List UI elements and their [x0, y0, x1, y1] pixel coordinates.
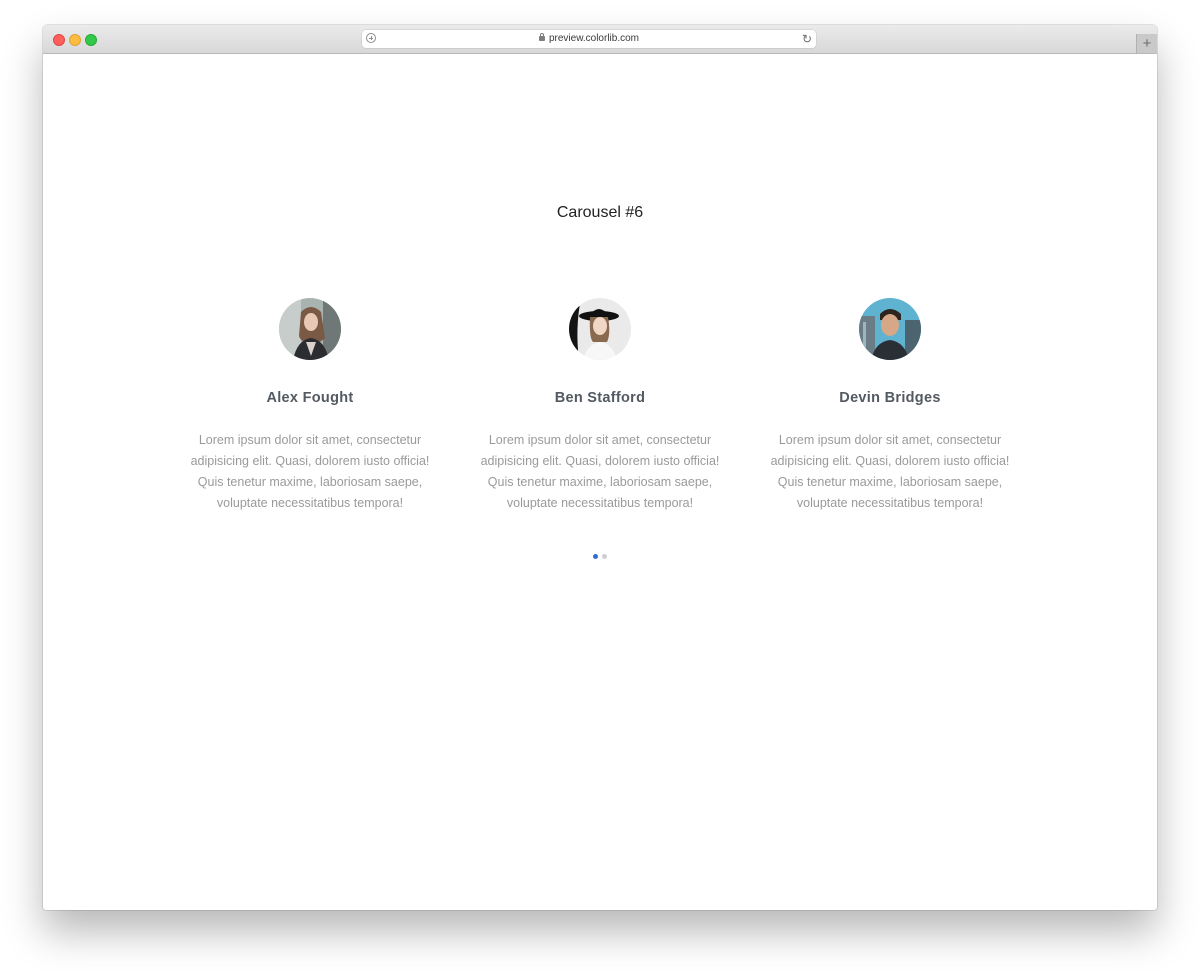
address-bar[interactable]: preview.colorlib.com ↻ — [362, 30, 816, 48]
browser-window: preview.colorlib.com ↻ + Carousel #6 Ale… — [43, 25, 1157, 910]
testimonial-text: Lorem ipsum dolor sit amet, consectetur … — [770, 433, 1010, 510]
testimonial-text: Lorem ipsum dolor sit amet, consectetur … — [190, 433, 430, 510]
carousel-item: Devin Bridges Lorem ipsum dolor sit amet… — [759, 298, 1021, 514]
close-window-button[interactable] — [53, 34, 65, 46]
woman-leather-jacket-photo-icon — [279, 298, 341, 360]
person-name: Ben Stafford — [554, 390, 646, 406]
maximize-window-button[interactable] — [85, 34, 97, 46]
carousel-dot[interactable] — [593, 554, 598, 559]
address-center: preview.colorlib.com — [362, 32, 816, 46]
browser-titlebar: preview.colorlib.com ↻ + — [43, 25, 1157, 54]
person-name: Devin Bridges — [839, 390, 941, 406]
url-text: preview.colorlib.com — [548, 33, 640, 44]
testimonial-text: Lorem ipsum dolor sit amet, consectetur … — [480, 433, 720, 510]
page-content: Carousel #6 Alex Fought Lorem ipsum dolo… — [43, 54, 1157, 910]
lock-icon — [538, 33, 545, 41]
page-title: Carousel #6 — [556, 204, 644, 221]
new-tab-button[interactable]: + — [1136, 34, 1157, 53]
minimize-window-button[interactable] — [69, 34, 81, 46]
reload-icon[interactable]: ↻ — [802, 31, 812, 47]
carousel-item: Ben Stafford Lorem ipsum dolor sit amet,… — [469, 298, 731, 514]
person-name: Alex Fought — [266, 390, 354, 406]
man-portrait-photo-icon — [859, 298, 921, 360]
carousel-dot[interactable] — [602, 554, 607, 559]
woman-black-hat-photo-icon — [569, 298, 631, 360]
carousel-pagination — [43, 554, 1157, 559]
carousel-item: Alex Fought Lorem ipsum dolor sit amet, … — [179, 298, 441, 514]
